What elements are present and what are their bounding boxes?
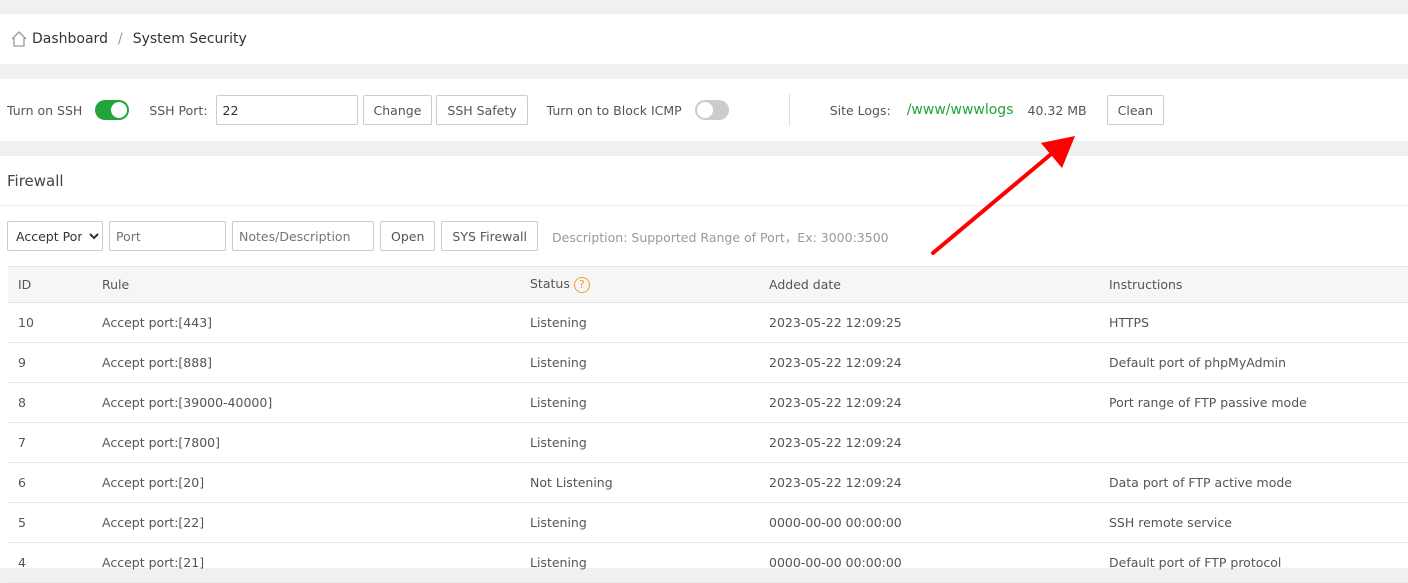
red-arrow-annotation (931, 136, 1075, 255)
